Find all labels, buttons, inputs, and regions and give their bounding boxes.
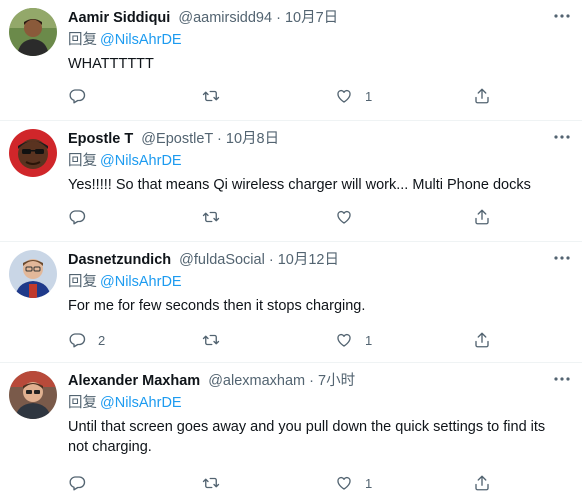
share-button[interactable]	[473, 473, 491, 493]
user-handle[interactable]: @alexmaxham	[208, 373, 305, 389]
avatar[interactable]	[9, 8, 57, 56]
share-button[interactable]	[473, 86, 491, 106]
tweet-actions: 1	[68, 86, 498, 106]
more-icon[interactable]	[552, 369, 572, 389]
share-icon	[475, 88, 489, 104]
retweet-button[interactable]	[202, 207, 232, 227]
tweet-header: Alexander Maxham @alexmaxham · 7小时	[68, 371, 355, 391]
tweet[interactable]: Dasnetzundich @fuldaSocial · 10月12日 回复 @N…	[0, 242, 582, 363]
replying-to: 回复 @NilsAhrDE	[68, 272, 182, 292]
replying-to: 回复 @NilsAhrDE	[68, 393, 182, 413]
reply-button[interactable]	[68, 207, 98, 227]
retweet-icon	[202, 211, 220, 223]
tweet-header: Epostle T @EpostleT · 10月8日	[68, 129, 279, 149]
user-handle[interactable]: @EpostleT	[141, 131, 213, 147]
tweet-text: WHATTTTTT	[68, 56, 154, 72]
separator: ·	[268, 252, 274, 268]
retweet-icon	[202, 477, 220, 489]
tweet-text: For me for few seconds then it stops cha…	[68, 298, 366, 314]
heart-icon	[337, 89, 351, 103]
retweet-button[interactable]	[202, 330, 232, 350]
reply-icon	[69, 476, 86, 491]
heart-icon	[337, 210, 351, 224]
tweet-actions: 1	[68, 473, 498, 493]
user-handle[interactable]: @aamirsidd94	[178, 10, 272, 26]
tweet-header: Dasnetzundich @fuldaSocial · 10月12日	[68, 250, 339, 270]
share-icon	[475, 209, 489, 225]
replying-to: 回复 @NilsAhrDE	[68, 151, 182, 171]
tweet-actions: 2 1	[68, 330, 498, 350]
heart-icon	[337, 476, 351, 490]
avatar-photo	[9, 8, 57, 56]
like-button[interactable]: 1	[335, 473, 372, 493]
reply-icon	[69, 333, 86, 348]
tweet[interactable]: Aamir Siddiqui @aamirsidd94 · 10月7日 回复 @N…	[0, 0, 582, 121]
more-icon[interactable]	[552, 248, 572, 268]
display-name[interactable]: Alexander Maxham	[68, 373, 200, 389]
like-count: 1	[365, 332, 373, 348]
reply-feed: Aamir Siddiqui @aamirsidd94 · 10月7日 回复 @N…	[0, 0, 582, 502]
reply-icon	[69, 89, 86, 104]
avatar-photo	[9, 250, 57, 298]
tweet-text: Yes!!!!! So that means Qi wireless charg…	[68, 177, 531, 193]
heart-icon	[337, 333, 351, 347]
like-count: 1	[365, 88, 373, 104]
reply-prefix: 回复	[68, 153, 97, 169]
like-button[interactable]	[335, 207, 365, 227]
separator: ·	[276, 10, 281, 26]
reply-button[interactable]	[68, 473, 98, 493]
reply-button[interactable]: 2	[68, 330, 105, 350]
reply-count: 2	[98, 332, 106, 348]
more-icon[interactable]	[552, 127, 572, 147]
timestamp[interactable]: 7小时	[318, 373, 355, 389]
share-icon	[475, 475, 489, 491]
mention-link[interactable]: @NilsAhrDE	[100, 32, 182, 48]
replying-to: 回复 @NilsAhrDE	[68, 30, 182, 50]
mention-link[interactable]: @NilsAhrDE	[100, 153, 182, 169]
retweet-icon	[202, 90, 220, 102]
avatar[interactable]	[9, 250, 57, 298]
like-button[interactable]: 1	[335, 86, 372, 106]
reply-prefix: 回复	[68, 395, 97, 411]
avatar[interactable]	[9, 129, 57, 177]
share-button[interactable]	[473, 330, 491, 350]
timestamp[interactable]: 10月12日	[278, 252, 339, 268]
reply-button[interactable]	[68, 86, 98, 106]
tweet-text: Until that screen goes away and you pull…	[68, 419, 546, 455]
tweet-header: Aamir Siddiqui @aamirsidd94 · 10月7日	[68, 8, 338, 28]
avatar[interactable]	[9, 371, 57, 419]
reply-icon	[69, 210, 86, 225]
mention-link[interactable]: @NilsAhrDE	[100, 274, 182, 290]
display-name[interactable]: Aamir Siddiqui	[68, 10, 170, 26]
tweet[interactable]: Epostle T @EpostleT · 10月8日 回复 @NilsAhrDE…	[0, 121, 582, 242]
retweet-button[interactable]	[202, 473, 232, 493]
user-handle[interactable]: @fuldaSocial	[179, 252, 265, 268]
retweet-icon	[202, 334, 220, 346]
like-button[interactable]: 1	[335, 330, 372, 350]
avatar-photo	[9, 371, 57, 419]
share-icon	[475, 332, 489, 348]
reply-prefix: 回复	[68, 32, 97, 48]
retweet-button[interactable]	[202, 86, 232, 106]
avatar-photo	[9, 129, 57, 177]
separator: ·	[217, 131, 222, 147]
tweet[interactable]: Alexander Maxham @alexmaxham · 7小时 回复 @Ni…	[0, 363, 582, 502]
timestamp[interactable]: 10月7日	[285, 10, 338, 26]
display-name[interactable]: Dasnetzundich	[68, 252, 171, 268]
mention-link[interactable]: @NilsAhrDE	[100, 395, 182, 411]
reply-prefix: 回复	[68, 274, 97, 290]
more-icon[interactable]	[552, 6, 572, 26]
share-button[interactable]	[473, 207, 491, 227]
tweet-actions	[68, 207, 498, 227]
like-count: 1	[365, 475, 373, 491]
display-name[interactable]: Epostle T	[68, 131, 133, 147]
timestamp[interactable]: 10月8日	[226, 131, 279, 147]
separator: ·	[309, 373, 314, 389]
